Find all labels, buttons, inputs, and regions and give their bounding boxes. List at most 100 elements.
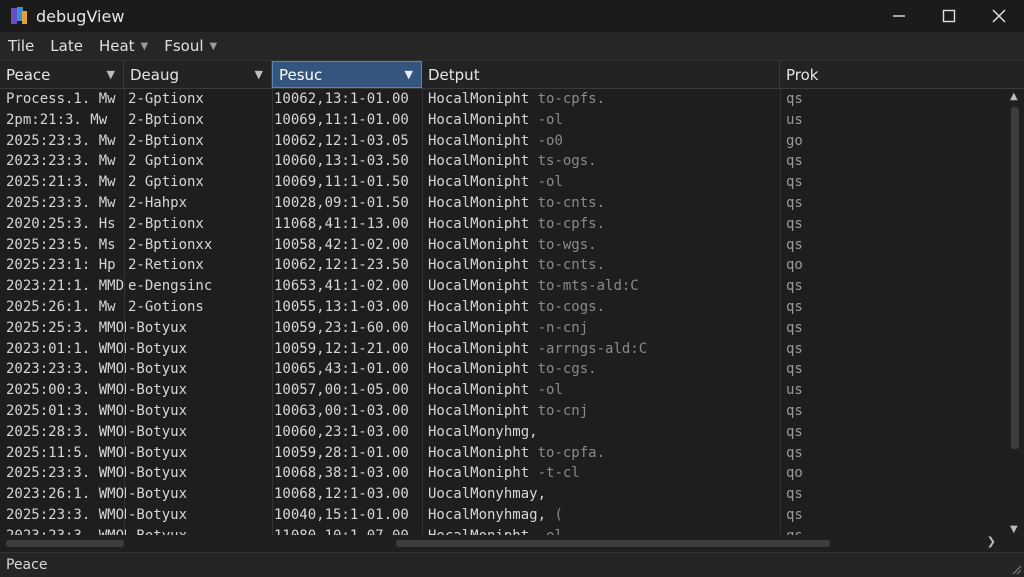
maximize-button[interactable]	[924, 0, 974, 32]
prok-cell: qs	[786, 174, 803, 191]
output-text: HocalMonipht	[428, 402, 530, 419]
column-header-deaug[interactable]: Deaug ▼	[124, 61, 272, 88]
menu-label: Late	[50, 37, 83, 55]
vertical-scroll-thumb[interactable]	[1011, 107, 1019, 449]
column-header-detput[interactable]: Detput	[422, 61, 780, 88]
prok-cell: qs	[786, 278, 803, 295]
pesuc-cell: 10057,00:1-05.00	[274, 382, 409, 399]
desc-cell: 2-Gptionx	[128, 91, 204, 107]
menu-bar: Tile Late Heat ▼ Fsoul ▼	[0, 32, 1024, 61]
process-cell: 2025:01:3. WMOD	[6, 402, 126, 419]
minimize-button[interactable]	[874, 0, 924, 32]
menu-tile[interactable]: Tile	[0, 32, 42, 60]
output-cell: HocalMonipht -o0	[428, 131, 778, 152]
horizontal-scroll-thumb[interactable]	[396, 540, 830, 547]
pesuc-cell: 10065,43:1-01.00	[274, 361, 409, 378]
table-row[interactable]: 2023:23:3. Mw 2 Gptionx 10060,13:1-03.50 qs…	[0, 151, 1000, 172]
table-row[interactable]: 2025:11:5. WMOD -Botyux 10059,28:1-01.00 qs…	[0, 443, 1000, 464]
menu-fsoul[interactable]: Fsoul ▼	[156, 32, 225, 60]
output-text: HocalMonipht	[428, 153, 530, 170]
column-header-prok[interactable]: Prok	[780, 61, 1000, 88]
log-table-body[interactable]: Process.1. Mw 2-Gptionx 10062,13:1-01.00 qs…	[0, 89, 1000, 537]
prok-cell: qs	[786, 319, 803, 336]
table-row[interactable]: 2025:23:3. WMOD -Botyux 10068,38:1-03.00 qo…	[0, 463, 1000, 484]
table-row[interactable]: 2025:25:3. MMOD -Botyux 10059,23:1-60.00 qs…	[0, 318, 1000, 339]
column-label: Prok	[786, 65, 819, 84]
close-button[interactable]	[974, 0, 1024, 32]
table-row[interactable]: 2023:26:1. WMOD -Botyux 10068,12:1-03.00 qs…	[0, 484, 1000, 505]
pesuc-cell: 10069,11:1-01.50	[274, 174, 409, 191]
output-suffix: to-wgs.	[537, 236, 597, 253]
output-cell: HocalMonipht -n-cnj	[428, 318, 778, 339]
prok-cell: qs	[786, 215, 803, 232]
table-row[interactable]: Process.1. Mw 2-Gptionx 10062,13:1-01.00 qs…	[0, 89, 1000, 110]
prok-cell: qs	[786, 194, 803, 211]
pesuc-cell: 10058,42:1-02.00	[274, 236, 409, 253]
output-suffix: -ol	[537, 111, 563, 128]
horizontal-scroll-thumb[interactable]	[6, 540, 124, 547]
scroll-up-icon[interactable]: ▲	[1010, 91, 1018, 102]
pesuc-cell: 10028,09:1-01.50	[274, 194, 409, 211]
vertical-scrollbar[interactable]: ▲ ▼	[1006, 89, 1024, 537]
desc-cell: -Botyux	[128, 423, 188, 440]
pesuc-cell: 10059,12:1-21.00	[274, 340, 409, 357]
output-cell: HocalMonipht -ol	[428, 110, 778, 131]
chevron-down-icon[interactable]: ▼	[255, 68, 263, 81]
desc-cell: 2-Retionx	[128, 257, 204, 274]
pesuc-cell: 10063,00:1-03.00	[274, 402, 409, 419]
table-row[interactable]: 2023:23:3. WMOD -Botyux 10065,43:1-01.00 qs…	[0, 359, 1000, 380]
resize-grip-icon[interactable]	[1010, 563, 1022, 575]
output-text: HocalMonipht	[428, 257, 530, 274]
process-cell: 2020:25:3. Hs	[6, 215, 116, 232]
scroll-down-icon[interactable]: ▼	[1010, 524, 1018, 535]
menu-label: Heat	[98, 37, 135, 55]
horizontal-scrollbar[interactable]: ❯	[0, 535, 1024, 551]
desc-cell: -Botyux	[128, 486, 188, 503]
process-cell: 2025:23:5. Ms	[6, 236, 116, 253]
process-cell: 2023:23:3. Mw	[6, 153, 116, 170]
table-row[interactable]: 2025:23:3. Mw 2-Bptionx 10062,12:1-03.05 go…	[0, 131, 1000, 152]
output-cell: HocalMonipht to-cgs.	[428, 359, 778, 380]
table-row[interactable]: 2025:00:3. WMOD -Botyux 10057,00:1-05.00 us…	[0, 380, 1000, 401]
scroll-right-icon[interactable]: ❯	[987, 535, 996, 548]
table-row[interactable]: 2025:23:3. Mw 2-Hahpx 10028,09:1-01.50 qs Ho…	[0, 193, 1000, 214]
output-cell: UocalMonipht to-mts-ald:C	[428, 276, 778, 297]
process-cell: 2025:25:3. MMOD	[6, 319, 126, 336]
maximize-icon	[942, 9, 956, 23]
output-text: UocalMonipht	[428, 278, 530, 295]
chevron-down-icon[interactable]: ▼	[405, 68, 413, 81]
table-row[interactable]: 2023:21:1. MMD e-Dengsinc 10653,41:1-02.00…	[0, 276, 1000, 297]
table-row[interactable]: 2025:28:3. WMOD -Botyux 10060,23:1-03.00 qs…	[0, 422, 1000, 443]
process-cell: 2025:26:1. Mw	[6, 298, 116, 315]
table-row[interactable]: 2020:25:3. Hs 2-Bptionx 11068,41:1-13.00 qs…	[0, 214, 1000, 235]
table-row[interactable]: 2025:23:3. WMOD -Botyux 10040,15:1-01.00 qs…	[0, 505, 1000, 526]
prok-cell: us	[786, 382, 803, 399]
output-cell: HocalMonipht to-cpfa.	[428, 443, 778, 464]
table-row[interactable]: 2025:23:1: Hp 2-Retionx 10062,12:1-23.50 qo…	[0, 255, 1000, 276]
menu-heat[interactable]: Heat ▼	[91, 32, 156, 60]
table-row[interactable]: 2025:26:1. Mw 2-Gotions 10055,13:1-03.00 qs…	[0, 297, 1000, 318]
column-label: Deaug	[130, 65, 179, 84]
table-row[interactable]: 2pm:21:3. Mw 2-Bptionx 10069,11:1-01.00 us H…	[0, 110, 1000, 131]
table-row[interactable]: 2025:21:3. Mw 2 Gptionx 10069,11:1-01.50 qs…	[0, 172, 1000, 193]
output-text: HocalMonipht	[428, 91, 530, 107]
output-suffix: -ol	[537, 174, 563, 191]
column-header-pesuc[interactable]: Pesuc ▼	[272, 61, 422, 88]
column-header-peace[interactable]: Peace ▼	[0, 61, 124, 88]
table-row[interactable]: 2023:01:1. WMOD -Botyux 10059,12:1-21.00 qs…	[0, 339, 1000, 360]
window-title: debugView	[36, 6, 125, 26]
pesuc-cell: 10062,12:1-23.50	[274, 257, 409, 274]
chevron-down-icon[interactable]: ▼	[107, 68, 115, 81]
output-text: HocalMonipht	[428, 382, 530, 399]
prok-cell: us	[786, 111, 803, 128]
prok-cell: qs	[786, 423, 803, 440]
output-suffix: to-cnts.	[537, 194, 606, 211]
chevron-down-icon: ▼	[209, 40, 218, 52]
table-row[interactable]: 2025:01:3. WMOD -Botyux 10063,00:1-03.00 qs…	[0, 401, 1000, 422]
output-text: HocalMonipht	[428, 465, 530, 482]
table-row[interactable]: 2025:23:5. Ms 2-Bptionxx 10058,42:1-02.00 q…	[0, 235, 1000, 256]
menu-late[interactable]: Late	[42, 32, 91, 60]
output-cell: HocalMonipht to-cnts.	[428, 255, 778, 276]
desc-cell: 2-Hahpx	[128, 194, 188, 211]
process-cell: Process.1. Mw	[6, 91, 116, 107]
